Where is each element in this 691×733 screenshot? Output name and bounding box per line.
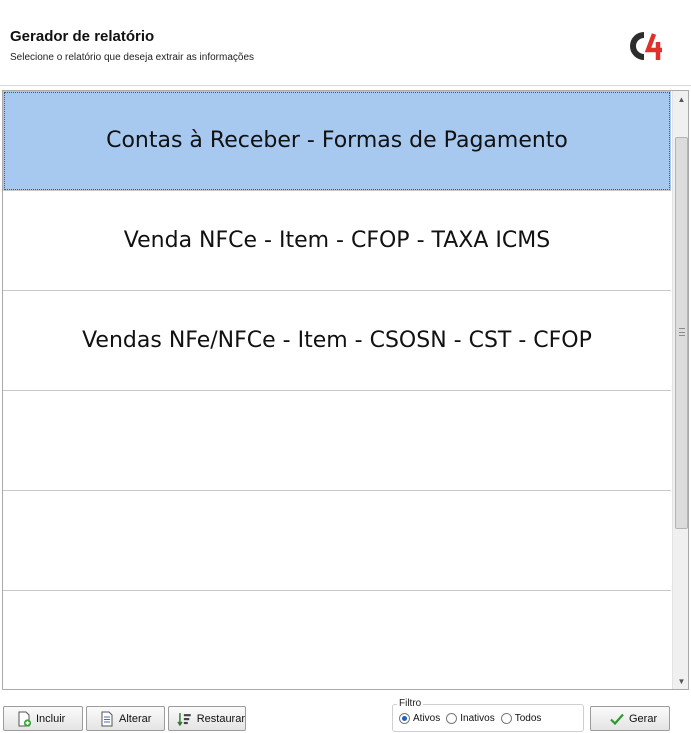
scroll-down-icon[interactable]: ▼ xyxy=(673,673,688,689)
report-item-empty[interactable] xyxy=(3,591,671,689)
report-item-label: Venda NFCe - Item - CFOP - TAXA ICMS xyxy=(123,228,551,253)
radio-checked-icon[interactable] xyxy=(399,713,410,724)
gerar-button[interactable]: Gerar xyxy=(590,706,670,731)
incluir-button[interactable]: Incluir xyxy=(3,706,83,731)
restaurar-label: Restaurar xyxy=(196,712,245,725)
restaurar-button[interactable]: Restaurar xyxy=(168,706,246,731)
radio-unchecked-icon[interactable] xyxy=(500,713,512,724)
page-title: Gerador de relatório xyxy=(10,28,155,45)
report-item-contas-receber[interactable]: Contas à Receber - Formas de Pagamento xyxy=(3,91,671,191)
filter-radio-ativos[interactable]: Ativos xyxy=(399,713,440,724)
report-item-vendas-nfe-nfce[interactable]: Vendas NFe/NFCe - Item - CSOSN - CST - C… xyxy=(3,291,671,391)
filter-option-label: Inativos xyxy=(460,713,495,724)
radio-unchecked-icon[interactable] xyxy=(446,713,458,724)
gerar-label: Gerar xyxy=(629,712,658,725)
alterar-button[interactable]: Alterar xyxy=(86,706,165,731)
edit-document-icon xyxy=(101,711,113,726)
c4-logo-icon xyxy=(630,32,662,60)
filter-option-label: Ativos xyxy=(413,713,441,724)
incluir-label: Incluir xyxy=(36,712,66,725)
scroll-up-icon[interactable]: ▲ xyxy=(673,91,688,107)
filter-label: Filtro xyxy=(397,698,424,709)
alterar-label: Alterar xyxy=(119,712,152,725)
scrollbar-grip-icon xyxy=(679,328,685,336)
report-item-empty[interactable] xyxy=(3,491,671,591)
page-subtitle: Selecione o relatório que deseja extrair… xyxy=(10,52,255,63)
scrollbar-thumb[interactable] xyxy=(675,137,688,529)
report-item-venda-nfce[interactable]: Venda NFCe - Item - CFOP - TAXA ICMS xyxy=(3,191,671,291)
filter-options: Ativos Inativos Todos xyxy=(399,713,541,724)
filter-radio-inativos[interactable]: Inativos xyxy=(446,713,495,724)
filter-radio-todos[interactable]: Todos xyxy=(500,713,542,724)
report-list-items: Contas à Receber - Formas de Pagamento V… xyxy=(3,91,671,689)
checkmark-icon xyxy=(610,713,624,725)
add-document-icon xyxy=(18,711,32,727)
report-item-label: Contas à Receber - Formas de Pagamento xyxy=(106,128,568,153)
report-list: Contas à Receber - Formas de Pagamento V… xyxy=(2,90,689,690)
restore-sort-icon xyxy=(177,712,191,726)
vertical-scrollbar[interactable]: ▲ ▼ xyxy=(672,91,688,689)
filter-option-label: Todos xyxy=(514,713,542,724)
report-item-empty[interactable] xyxy=(3,391,671,491)
dialog-header: Gerador de relatório Selecione o relatór… xyxy=(0,0,691,86)
report-item-label: Vendas NFe/NFCe - Item - CSOSN - CST - C… xyxy=(82,328,592,353)
